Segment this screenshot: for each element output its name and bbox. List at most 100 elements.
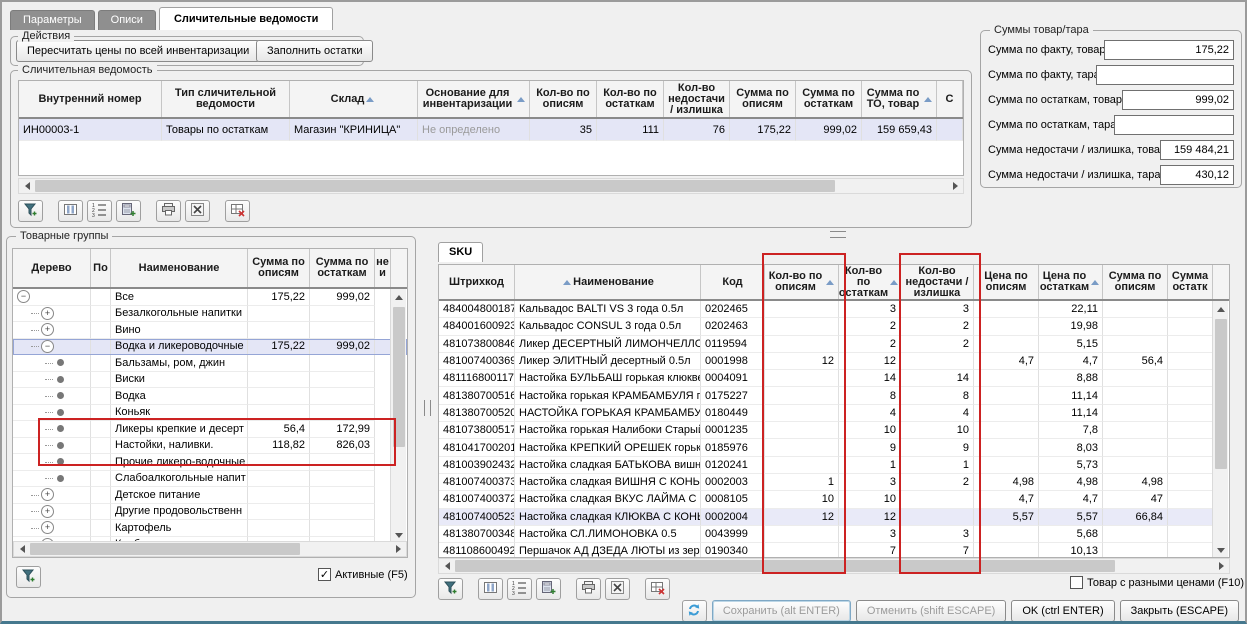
close-button[interactable]: Закрыть (ESCAPE)	[1120, 600, 1239, 622]
numbered-list-button[interactable]: 123	[87, 200, 112, 222]
sku-row[interactable]: 4810738005170Настойка горькая Налибоки С…	[439, 422, 1229, 439]
column-header[interactable]: Цена по остаткам	[1039, 265, 1103, 299]
printer-button[interactable]	[576, 578, 601, 600]
diff-price-checkbox[interactable]	[1070, 576, 1083, 589]
column-header[interactable]: не и	[375, 249, 391, 287]
column-header[interactable]: Основание для инвентаризации	[418, 81, 530, 117]
expand-icon[interactable]: +	[41, 307, 54, 320]
active-filter-checkbox[interactable]: ✓	[318, 568, 331, 581]
sku-row[interactable]: 4811086004921Першачок АД ДЗЕДА ЛЮТЫ из з…	[439, 543, 1229, 558]
tree-leaf-icon[interactable]	[57, 376, 64, 383]
column-header[interactable]: Сумма по описям	[248, 249, 310, 287]
sums-field-input[interactable]: 999,02	[1122, 90, 1234, 110]
expand-icon[interactable]: +	[41, 488, 54, 501]
column-header[interactable]: Дерево	[13, 249, 91, 287]
sku-row[interactable]: 4810074003731Настойка сладкая ВИШНЯ С КО…	[439, 474, 1229, 491]
column-header[interactable]: Сумма по описям	[730, 81, 796, 117]
sku-row[interactable]: 4813807005163Настойка горькая КРАМБАМБУЛ…	[439, 387, 1229, 404]
column-header[interactable]: Код	[701, 265, 765, 299]
filter-plus-button[interactable]	[438, 578, 463, 600]
excel-export-button[interactable]	[605, 578, 630, 600]
sku-vscrollbar[interactable]	[1212, 301, 1228, 558]
column-header[interactable]: Кол-во по описям	[765, 265, 839, 299]
column-header[interactable]: Сумма остатк	[1168, 265, 1213, 299]
column-header[interactable]: Наименование	[515, 265, 701, 299]
tab-comparison-statements[interactable]: Сличительные ведомости	[159, 7, 333, 30]
printer-button[interactable]	[156, 200, 181, 222]
column-header[interactable]: Цена по описям	[974, 265, 1039, 299]
sku-row[interactable]: 4810074003724Настойка сладкая ВКУС ЛАЙМА…	[439, 491, 1229, 508]
filter-plus-button[interactable]	[18, 200, 43, 222]
tab-sku[interactable]: SKU	[438, 242, 483, 262]
tree-vscrollbar[interactable]	[390, 289, 406, 543]
column-header[interactable]: Кол-во недостачи / излишка	[901, 265, 974, 299]
tree-leaf-icon[interactable]	[57, 409, 64, 416]
fill-remainders-button[interactable]: Заполнить остатки	[256, 40, 373, 62]
column-header[interactable]: Кол-во по остаткам	[597, 81, 664, 117]
filter-plus-button[interactable]	[16, 566, 41, 588]
sku-row[interactable]: 4810039024320Настойка сладкая БАТЬКОВА в…	[439, 457, 1229, 474]
sku-row[interactable]: 4813807005200НАСТОЙКА ГОРЬКАЯ КРАМБАМБУЛ…	[439, 405, 1229, 422]
vertical-splitter-handle[interactable]	[424, 400, 431, 416]
collapse-icon[interactable]: −	[17, 290, 30, 303]
tree-row[interactable]: Виски	[13, 372, 407, 389]
tree-row[interactable]: +Другие продовольственн	[13, 504, 407, 521]
tree-leaf-icon[interactable]	[57, 458, 64, 465]
horizontal-splitter-handle[interactable]	[830, 231, 846, 238]
numbered-list-button[interactable]: 123	[507, 578, 532, 600]
column-settings-button[interactable]	[58, 200, 83, 222]
save-button[interactable]: Сохранить (alt ENTER)	[712, 600, 851, 622]
sku-row[interactable]: 4811168001176Настойка БУЛЬБАШ горькая кл…	[439, 370, 1229, 387]
tab-inventories[interactable]: Описи	[98, 10, 156, 30]
scroll-right-icon[interactable]	[947, 179, 963, 193]
scroll-thumb[interactable]	[35, 180, 835, 192]
sku-row[interactable]: 4813807003480Настойка СЛ.ЛИМОНОВКА 0.500…	[439, 526, 1229, 543]
scroll-right-icon[interactable]	[1213, 559, 1229, 573]
column-header[interactable]: Кол-во недостачи / излишка	[664, 81, 730, 117]
excel-export-button[interactable]	[185, 200, 210, 222]
sku-row[interactable]: 4840016009231Кальвадос CONSUL 3 года 0.5…	[439, 318, 1229, 335]
tree-row[interactable]: Настойки, наливки.118,82826,03	[13, 438, 407, 455]
tree-hscrollbar[interactable]	[13, 541, 407, 557]
table-remove-button[interactable]	[645, 578, 670, 600]
column-header[interactable]: Сумма по остаткам	[796, 81, 862, 117]
statement-hscrollbar[interactable]	[18, 178, 964, 194]
tree-leaf-icon[interactable]	[57, 475, 64, 482]
column-header[interactable]: Тип сличительной ведомости	[162, 81, 290, 117]
tree-row[interactable]: Слабоалкогольные напит	[13, 471, 407, 488]
tree-row[interactable]: +Безалкогольные напитки	[13, 306, 407, 323]
sku-row[interactable]: 4810074005230Настойка сладкая КЛЮКВА С К…	[439, 509, 1229, 526]
sku-row[interactable]: 4840048001876Кальвадос BALTI VS 3 года 0…	[439, 301, 1229, 318]
sku-row[interactable]: 4810417002018Настойка КРЕПКИЙ ОРЕШЕК гор…	[439, 439, 1229, 456]
expand-icon[interactable]: +	[41, 521, 54, 534]
column-header[interactable]: Сумма по ТО, товар	[862, 81, 937, 117]
tree-leaf-icon[interactable]	[57, 392, 64, 399]
tree-leaf-icon[interactable]	[57, 442, 64, 449]
collapse-icon[interactable]: −	[41, 340, 54, 353]
scroll-thumb[interactable]	[455, 560, 1115, 572]
column-header[interactable]: Сумма по описям	[1103, 265, 1168, 299]
sums-field-input[interactable]: 430,12	[1160, 165, 1234, 185]
expand-icon[interactable]: +	[41, 323, 54, 336]
column-header[interactable]: Сумма по остаткам	[310, 249, 375, 287]
column-header[interactable]: Наименование	[111, 249, 248, 287]
column-header[interactable]: Внутренний номер	[19, 81, 162, 117]
sums-field-input[interactable]: 175,22	[1104, 40, 1234, 60]
refresh-button[interactable]	[682, 600, 707, 622]
tree-row[interactable]: +Детское питание	[13, 487, 407, 504]
sku-row[interactable]: 4810074003694Ликер ЭЛИТНЫЙ десертный 0.5…	[439, 353, 1229, 370]
tree-row[interactable]: Водка	[13, 388, 407, 405]
cancel-button[interactable]: Отменить (shift ESCAPE)	[856, 600, 1007, 622]
column-header[interactable]: По	[91, 249, 111, 287]
recalc-prices-button[interactable]: Пересчитать цены по всей инвентаризации	[16, 40, 260, 62]
sums-field-input[interactable]: 159 484,21	[1160, 140, 1234, 160]
scroll-left-icon[interactable]	[19, 179, 35, 193]
tree-row[interactable]: Ликеры крепкие и десерт56,4172,99	[13, 421, 407, 438]
sku-hscrollbar[interactable]	[438, 558, 1230, 574]
sku-row[interactable]: 4810738008461Ликер ДЕСЕРТНЫЙ ЛИМОНЧЕЛЛО …	[439, 336, 1229, 353]
tree-row[interactable]: Прочие ликеро-водочные	[13, 454, 407, 471]
tree-leaf-icon[interactable]	[57, 425, 64, 432]
tree-row[interactable]: −Все175,22999,02	[13, 289, 407, 306]
column-header[interactable]: Кол-во по описям	[530, 81, 597, 117]
sums-field-input[interactable]	[1114, 115, 1234, 135]
